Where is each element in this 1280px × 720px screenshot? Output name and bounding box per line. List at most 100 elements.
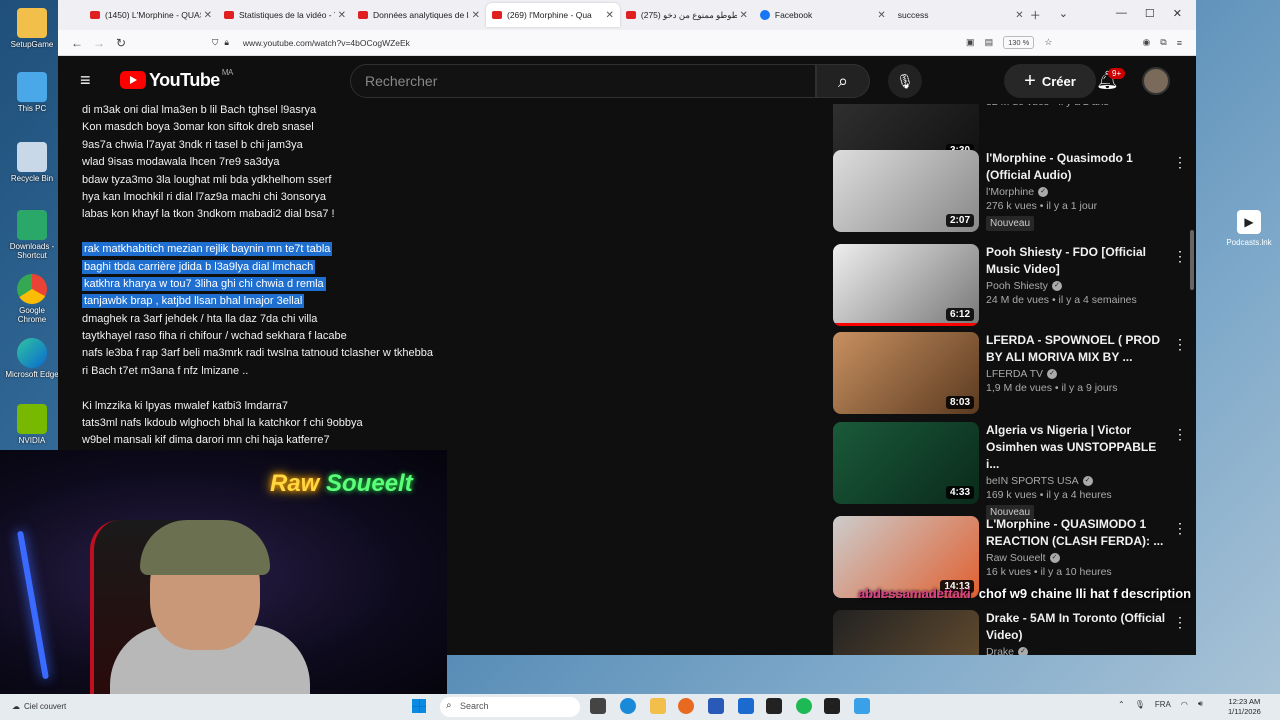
close-icon[interactable]: ✕ [338,10,346,21]
tab-1[interactable]: (1450) L'Morphine - QUASI ✕ [84,3,218,27]
desktop-icon-chrome[interactable]: Google Chrome [4,274,60,324]
close-icon[interactable]: ✕ [606,10,614,21]
close-icon[interactable]: ✕ [740,10,748,21]
search-button[interactable]: ⌕ [816,64,870,98]
voice-search-button[interactable]: 🎙︎ [888,64,922,98]
desktop-icon-recycle-bin[interactable]: Recycle Bin [4,142,60,183]
task-view-icon[interactable] [590,698,606,714]
back-icon[interactable]: ← [66,36,88,50]
video-channel[interactable]: Raw Soueelt ✓ [986,552,1166,564]
language-indicator[interactable]: FRA [1155,700,1171,709]
reader-icon[interactable]: ▤ [985,37,994,48]
video-title[interactable]: L'Morphine - QUASIMODO 1 REACTION (CLASH… [986,516,1166,550]
close-icon[interactable]: ✕ [472,10,480,21]
video-channel[interactable]: beIN SPORTS USA ✓ [986,475,1166,487]
video-title[interactable]: Algeria vs Nigeria | Victor Osimhen was … [986,422,1166,473]
url-right-controls: ▣ ▤ 130 % ☆ ◉ ⧉ ≡ [966,36,1182,49]
file-explorer-icon[interactable] [650,698,666,714]
outlook-icon[interactable] [738,698,754,714]
recycle-bin-icon [17,142,47,172]
bookmark-star-icon[interactable]: ☆ [1044,37,1052,48]
windows-start-icon[interactable] [412,699,426,713]
desktop-icon-downloads[interactable]: Downloads - Shortcut [4,210,60,260]
microphone-tray-icon[interactable]: 🎙︎ [1135,700,1145,709]
tab-6[interactable]: Facebook ✕ [754,3,892,27]
extensions-icon[interactable]: ⧉ [1160,37,1166,48]
related-video-card[interactable]: 8:03 LFERDA - SPOWNOEL ( PROD BY ALI MORI… [833,332,1188,416]
more-options-icon[interactable]: ⋮ [1173,154,1187,171]
wifi-icon[interactable]: ◠ [1181,700,1188,709]
search-input[interactable]: Rechercher [350,64,816,98]
edge-taskbar-icon[interactable] [620,698,636,714]
video-channel[interactable]: LFERDA TV ✓ [986,368,1166,380]
reload-icon[interactable]: ↻ [110,36,132,50]
description-text: di m3ak oni dial lma3en b lil Bach tghse… [82,104,317,116]
more-options-icon[interactable]: ⋮ [1173,614,1187,631]
url-bar: ← → ↻ ⛉ 🔒︎ www.youtube.com/watch?v=4bOCo… [58,30,1196,56]
store-icon[interactable] [708,698,724,714]
related-video-card[interactable]: Drake - 5AM In Toronto (Official Video) D… [833,610,1188,655]
nvidia-taskbar-icon[interactable] [824,698,840,714]
hamburger-menu-icon[interactable]: ≡ [80,70,100,91]
desktop-icon-podcasts[interactable]: ▶ Podcasts.lnk [1226,210,1272,247]
desktop-icon-nvidia[interactable]: NVIDIA [4,404,60,445]
picture-in-picture-icon[interactable]: ▣ [966,37,975,48]
zoom-level[interactable]: 130 % [1003,36,1035,49]
tab-3[interactable]: Données analytiques de la ✕ [352,3,486,27]
video-title[interactable]: Drake - 5AM In Toronto (Official Video) [986,610,1166,644]
firefox-taskbar-icon[interactable] [678,698,694,714]
capcut-icon[interactable] [766,698,782,714]
related-video-card[interactable]: 4:33 Algeria vs Nigeria | Victor Osimhen … [833,422,1188,520]
maximize-icon[interactable]: ☐ [1145,7,1155,23]
volume-icon[interactable]: 🔊︎ [1198,699,1203,709]
more-options-icon[interactable]: ⋮ [1173,520,1187,537]
related-video-card[interactable]: 6:12 Pooh Shiesty - FDO [Official Music V… [833,244,1188,328]
tab-4-active[interactable]: (269) l'Morphine - Qua ✕ [486,3,620,27]
address-field[interactable]: ⛉ 🔒︎ www.youtube.com/watch?v=4bOCogWZeEk [212,33,966,53]
clock[interactable]: 12:23 AM 1/11/2026 [1228,697,1261,717]
description-line: bdaw tyza3mo 3la loughat mli bda ydkhelh… [82,172,822,189]
tab-2[interactable]: Statistiques de la vidéo - Yo ✕ [218,3,352,27]
video-channel[interactable]: l'Morphine ✓ [986,186,1166,198]
video-channel[interactable]: Drake ✓ [986,646,1166,655]
account-icon[interactable]: ◉ [1142,37,1150,48]
new-tab-icon[interactable]: ＋ [1030,7,1041,23]
youtube-logo[interactable]: YouTube MA [120,68,233,91]
close-icon[interactable]: ✕ [877,10,885,21]
tab-7[interactable]: success ✕ [892,3,1030,27]
notepad-icon[interactable] [854,698,870,714]
related-video-card[interactable]: 2:07 l'Morphine - Quasimodo 1 (Official A… [833,150,1188,234]
window-close-icon[interactable]: ✕ [1173,7,1182,23]
tab-list-icon[interactable]: ⌄ [1059,7,1068,23]
tab-5[interactable]: (275) طوطو ممنوع من دخو ✕ [620,3,754,27]
spotify-icon[interactable] [796,698,812,714]
video-thumbnail[interactable]: 6:12 [833,244,979,326]
more-options-icon[interactable]: ⋮ [1173,336,1187,353]
chevron-up-icon[interactable]: ⌃ [1118,700,1125,709]
desktop-icon-setupgame[interactable]: SetupGame [4,8,60,49]
chrome-icon [17,274,47,304]
video-thumbnail[interactable]: 8:03 [833,332,979,414]
video-title[interactable]: Pooh Shiesty - FDO [Official Music Video… [986,244,1166,278]
video-thumbnail[interactable]: 4:33 [833,422,979,504]
video-thumbnail[interactable] [833,610,979,655]
desktop-icon-this-pc[interactable]: This PC [4,72,60,113]
desktop-icon-edge[interactable]: Microsoft Edge [4,338,60,379]
more-options-icon[interactable]: ⋮ [1173,426,1187,443]
close-icon[interactable]: ✕ [1015,10,1023,21]
video-title[interactable]: LFERDA - SPOWNOEL ( PROD BY ALI MORIVA M… [986,332,1166,366]
avatar[interactable] [1142,67,1170,95]
video-title[interactable]: l'Morphine - Quasimodo 1 (Official Audio… [986,150,1166,184]
taskbar-search[interactable]: ⌕ Search [440,697,580,717]
forward-icon[interactable]: → [88,36,110,50]
sidebar-scrollbar[interactable] [1190,230,1194,290]
close-icon[interactable]: ✕ [204,10,212,21]
video-channel[interactable]: Pooh Shiesty ✓ [986,280,1166,292]
weather-widget[interactable]: ☁ Ciel couvert [12,702,66,711]
video-thumbnail[interactable]: 2:07 [833,150,979,232]
browser-menu-icon[interactable]: ≡ [1177,38,1182,48]
minimize-icon[interactable]: — [1116,7,1127,23]
create-button[interactable]: + Créer [1004,64,1096,98]
video-meta: 276 k vues • il y a 1 jour [986,200,1098,212]
more-options-icon[interactable]: ⋮ [1173,248,1187,265]
